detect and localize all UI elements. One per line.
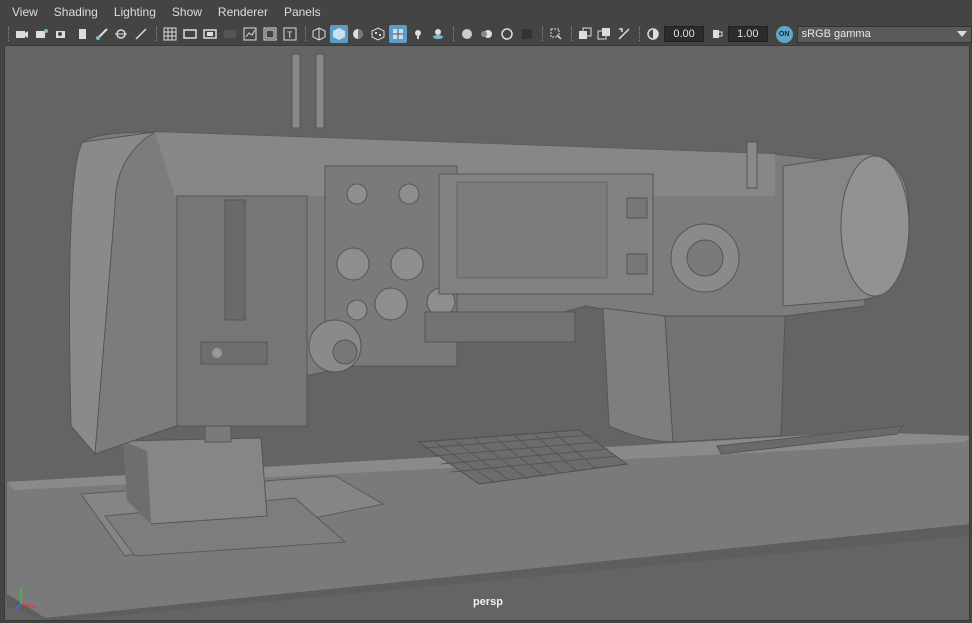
use-all-lights-icon[interactable] — [409, 25, 427, 43]
shadows-icon[interactable] — [429, 25, 447, 43]
menu-show[interactable]: Show — [172, 5, 202, 19]
menu-lighting[interactable]: Lighting — [114, 5, 156, 19]
viewport-scene — [7, 53, 969, 620]
camera-attributes-icon[interactable] — [33, 25, 51, 43]
safe-title-icon[interactable]: T — [281, 25, 299, 43]
chevron-down-icon — [956, 31, 967, 37]
camera-name-label: persp — [473, 596, 503, 608]
gamma-icon[interactable] — [708, 25, 726, 43]
grease-pencil-draw-icon[interactable] — [132, 25, 150, 43]
axis-gizmo-icon — [14, 588, 38, 611]
gamma-field[interactable]: 1.00 — [727, 26, 768, 42]
toolbar-divider — [541, 27, 543, 41]
motion-blur-icon[interactable] — [478, 25, 496, 43]
smooth-shade-icon[interactable] — [329, 25, 348, 43]
image-plane-icon[interactable] — [73, 25, 91, 43]
toolbar-divider — [453, 27, 455, 41]
screen-space-ao-icon[interactable] — [458, 25, 476, 43]
menu-view[interactable]: View — [12, 5, 38, 19]
toolbar-divider — [570, 27, 572, 41]
textured-icon[interactable] — [369, 25, 387, 43]
xray-icon[interactable] — [576, 25, 594, 43]
resolution-gate-icon[interactable] — [201, 25, 219, 43]
view-transform-value: sRGB gamma — [801, 28, 871, 40]
wireframe-icon[interactable] — [310, 25, 328, 43]
toolbar-divider — [304, 27, 306, 41]
toolbar-divider — [639, 27, 641, 41]
front-panel — [176, 195, 308, 427]
xray-active-icon[interactable] — [615, 25, 633, 43]
3d-viewport[interactable]: persp — [4, 45, 970, 621]
multisample-aa-icon[interactable] — [498, 25, 516, 43]
svg-text:T: T — [287, 30, 293, 40]
toolbar-divider — [156, 27, 158, 41]
toolbar-divider — [8, 27, 9, 41]
view-transform-dropdown[interactable]: sRGB gamma — [796, 25, 972, 43]
panel-menubar: View Shading Lighting Show Renderer Pane… — [0, 0, 972, 24]
wireframe-on-shaded-icon[interactable] — [389, 25, 408, 43]
bookmark-icon[interactable] — [53, 25, 71, 43]
gate-mask-icon[interactable] — [221, 25, 239, 43]
safe-action-icon[interactable] — [261, 25, 279, 43]
depth-of-field-icon[interactable] — [518, 25, 536, 43]
select-camera-icon[interactable] — [13, 25, 31, 43]
color-management-toggle[interactable]: ON — [775, 25, 793, 43]
grease-pencil-icon[interactable] — [93, 25, 111, 43]
default-material-icon[interactable] — [350, 25, 368, 43]
sewing-machine-pillar — [602, 307, 786, 443]
exposure-icon[interactable] — [644, 25, 662, 43]
field-chart-icon[interactable] — [241, 25, 259, 43]
isolate-select-icon[interactable] — [547, 25, 565, 43]
grid-icon[interactable] — [161, 25, 179, 43]
menu-renderer[interactable]: Renderer — [218, 5, 268, 19]
xray-joints-icon[interactable] — [595, 25, 613, 43]
exposure-field[interactable]: 0.00 — [664, 26, 704, 42]
panel-toolbar: T 0.00 1.00 ON sRGB gamma — [0, 24, 972, 44]
arm-cover-panel — [438, 173, 654, 295]
2d-pan-zoom-icon[interactable] — [113, 25, 131, 43]
menu-panels[interactable]: Panels — [284, 5, 321, 19]
menu-shading[interactable]: Shading — [54, 5, 98, 19]
film-gate-icon[interactable] — [181, 25, 199, 43]
